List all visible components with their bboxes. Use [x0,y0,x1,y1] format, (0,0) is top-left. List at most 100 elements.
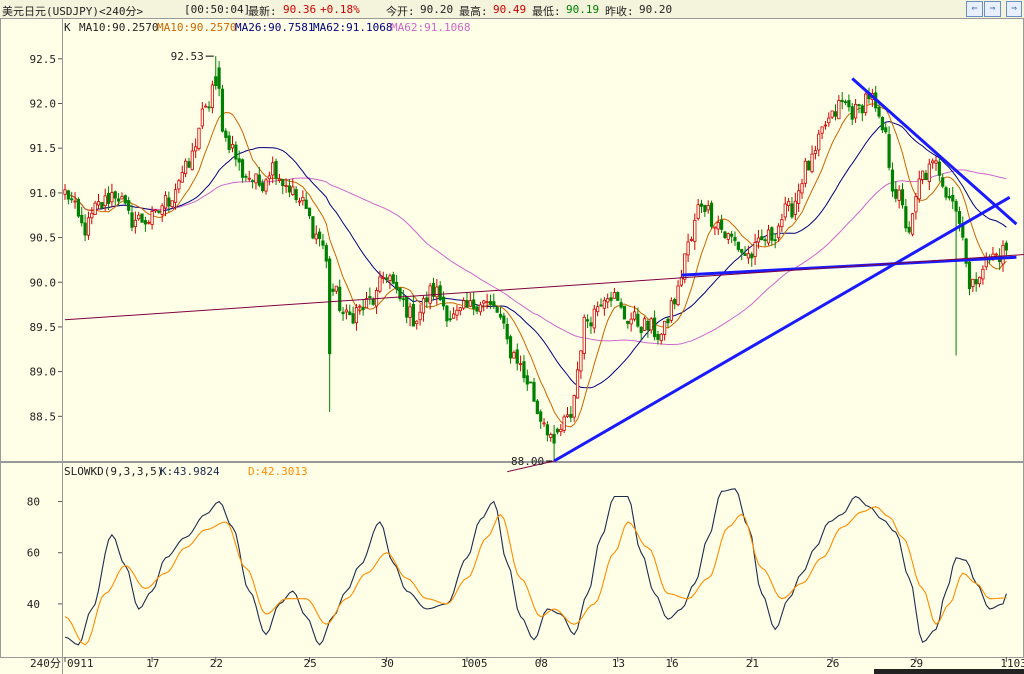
candle-body [575,369,580,399]
candle-body [562,416,566,431]
chart-canvas[interactable]: 92.5 92.0 91.5 91.0 90.5 90.0 89.5 89.0 88.5 80 60… [0,0,1024,674]
candle-body [612,292,617,299]
candle-body [224,130,228,138]
candle-body [207,106,211,109]
candle-body [267,175,271,180]
candle-body [894,188,898,199]
candle-body [234,144,238,160]
candle-body [271,162,275,176]
candle-body [83,222,87,236]
candle-body [653,317,657,338]
candle-body [746,253,751,259]
candle-body [1004,242,1008,251]
candle-body [810,153,814,173]
price-tick-label: 90.5 [30,232,57,245]
candle-body [532,381,536,402]
candle-body [763,239,767,242]
candle-body [954,201,958,212]
candle-body [947,196,952,199]
date-tick-label: 1103 [1000,657,1024,670]
candle-body [847,100,851,108]
candle-body [679,277,684,286]
candle-body [204,105,208,108]
candle-body [696,204,700,219]
candle-body [281,179,285,187]
candle-body [130,212,134,228]
candle-body [100,202,104,209]
candle-body [656,333,660,340]
candle-body [1001,244,1005,265]
candle-body [552,433,556,444]
candle-body [666,318,670,324]
candle-body [187,161,191,168]
candle-body [448,318,452,321]
candle-body [338,286,342,311]
candle-body [569,413,573,418]
candle-body [217,67,221,89]
candle-body [488,301,493,305]
candle-body [606,298,610,303]
candle-body [860,105,864,114]
date-tick-label: 21 [746,657,759,670]
candle-body [264,179,268,192]
candle-body [163,195,168,209]
ma62-line [64,169,1007,345]
candle-body [850,106,854,120]
candle-body [143,220,147,225]
candle-body [435,286,439,298]
candle-body [438,285,442,301]
candle-body [348,311,352,315]
date-tick-label: 13 [612,657,625,670]
candle-body [120,196,124,200]
candle-body [304,199,308,209]
candle-body [472,299,476,309]
candle-body [723,231,727,238]
candle-body [582,316,586,354]
candle-body [515,349,519,364]
candle-body [401,298,405,301]
candle-body [214,76,218,87]
candle-body [776,225,781,239]
candle-body [941,177,945,187]
candle-body [502,315,506,324]
candle-body [194,146,198,152]
candle-body [344,309,349,313]
candle-body [110,192,114,203]
candle-body [277,178,282,181]
candle-body [807,160,811,171]
candle-body [451,313,456,319]
candle-body [418,311,422,321]
candle-body [140,213,144,223]
candle-body [274,160,278,179]
price-tick-label: 92.5 [30,53,57,66]
price-tick-label: 92.0 [30,98,57,111]
candle-body [492,301,496,307]
candle-body [753,242,757,257]
candle-body [210,84,214,108]
candle-body [572,395,576,418]
candle-body [421,298,426,314]
candle-body [596,306,600,313]
candle-body [880,116,885,131]
candle-body [408,306,412,318]
price-tick-label: 91.0 [30,187,57,200]
candle-body [827,117,831,124]
price-tick-label: 89.5 [30,321,57,334]
price-tick-label: 90.0 [30,276,57,289]
candle-body [378,276,382,292]
candle-body [287,185,292,193]
candle-body [967,261,972,290]
candle-body [133,219,137,228]
candle-body [361,306,365,311]
candle-body [669,300,673,321]
candle-body [542,422,546,425]
candle-body [478,304,483,313]
candle-body [183,160,188,175]
candle-body [780,219,784,228]
candle-body [334,285,338,292]
candle-body [646,320,650,331]
candle-body [173,189,178,203]
candle-body [291,186,295,195]
candle-body [716,222,720,230]
candle-body [167,197,171,207]
